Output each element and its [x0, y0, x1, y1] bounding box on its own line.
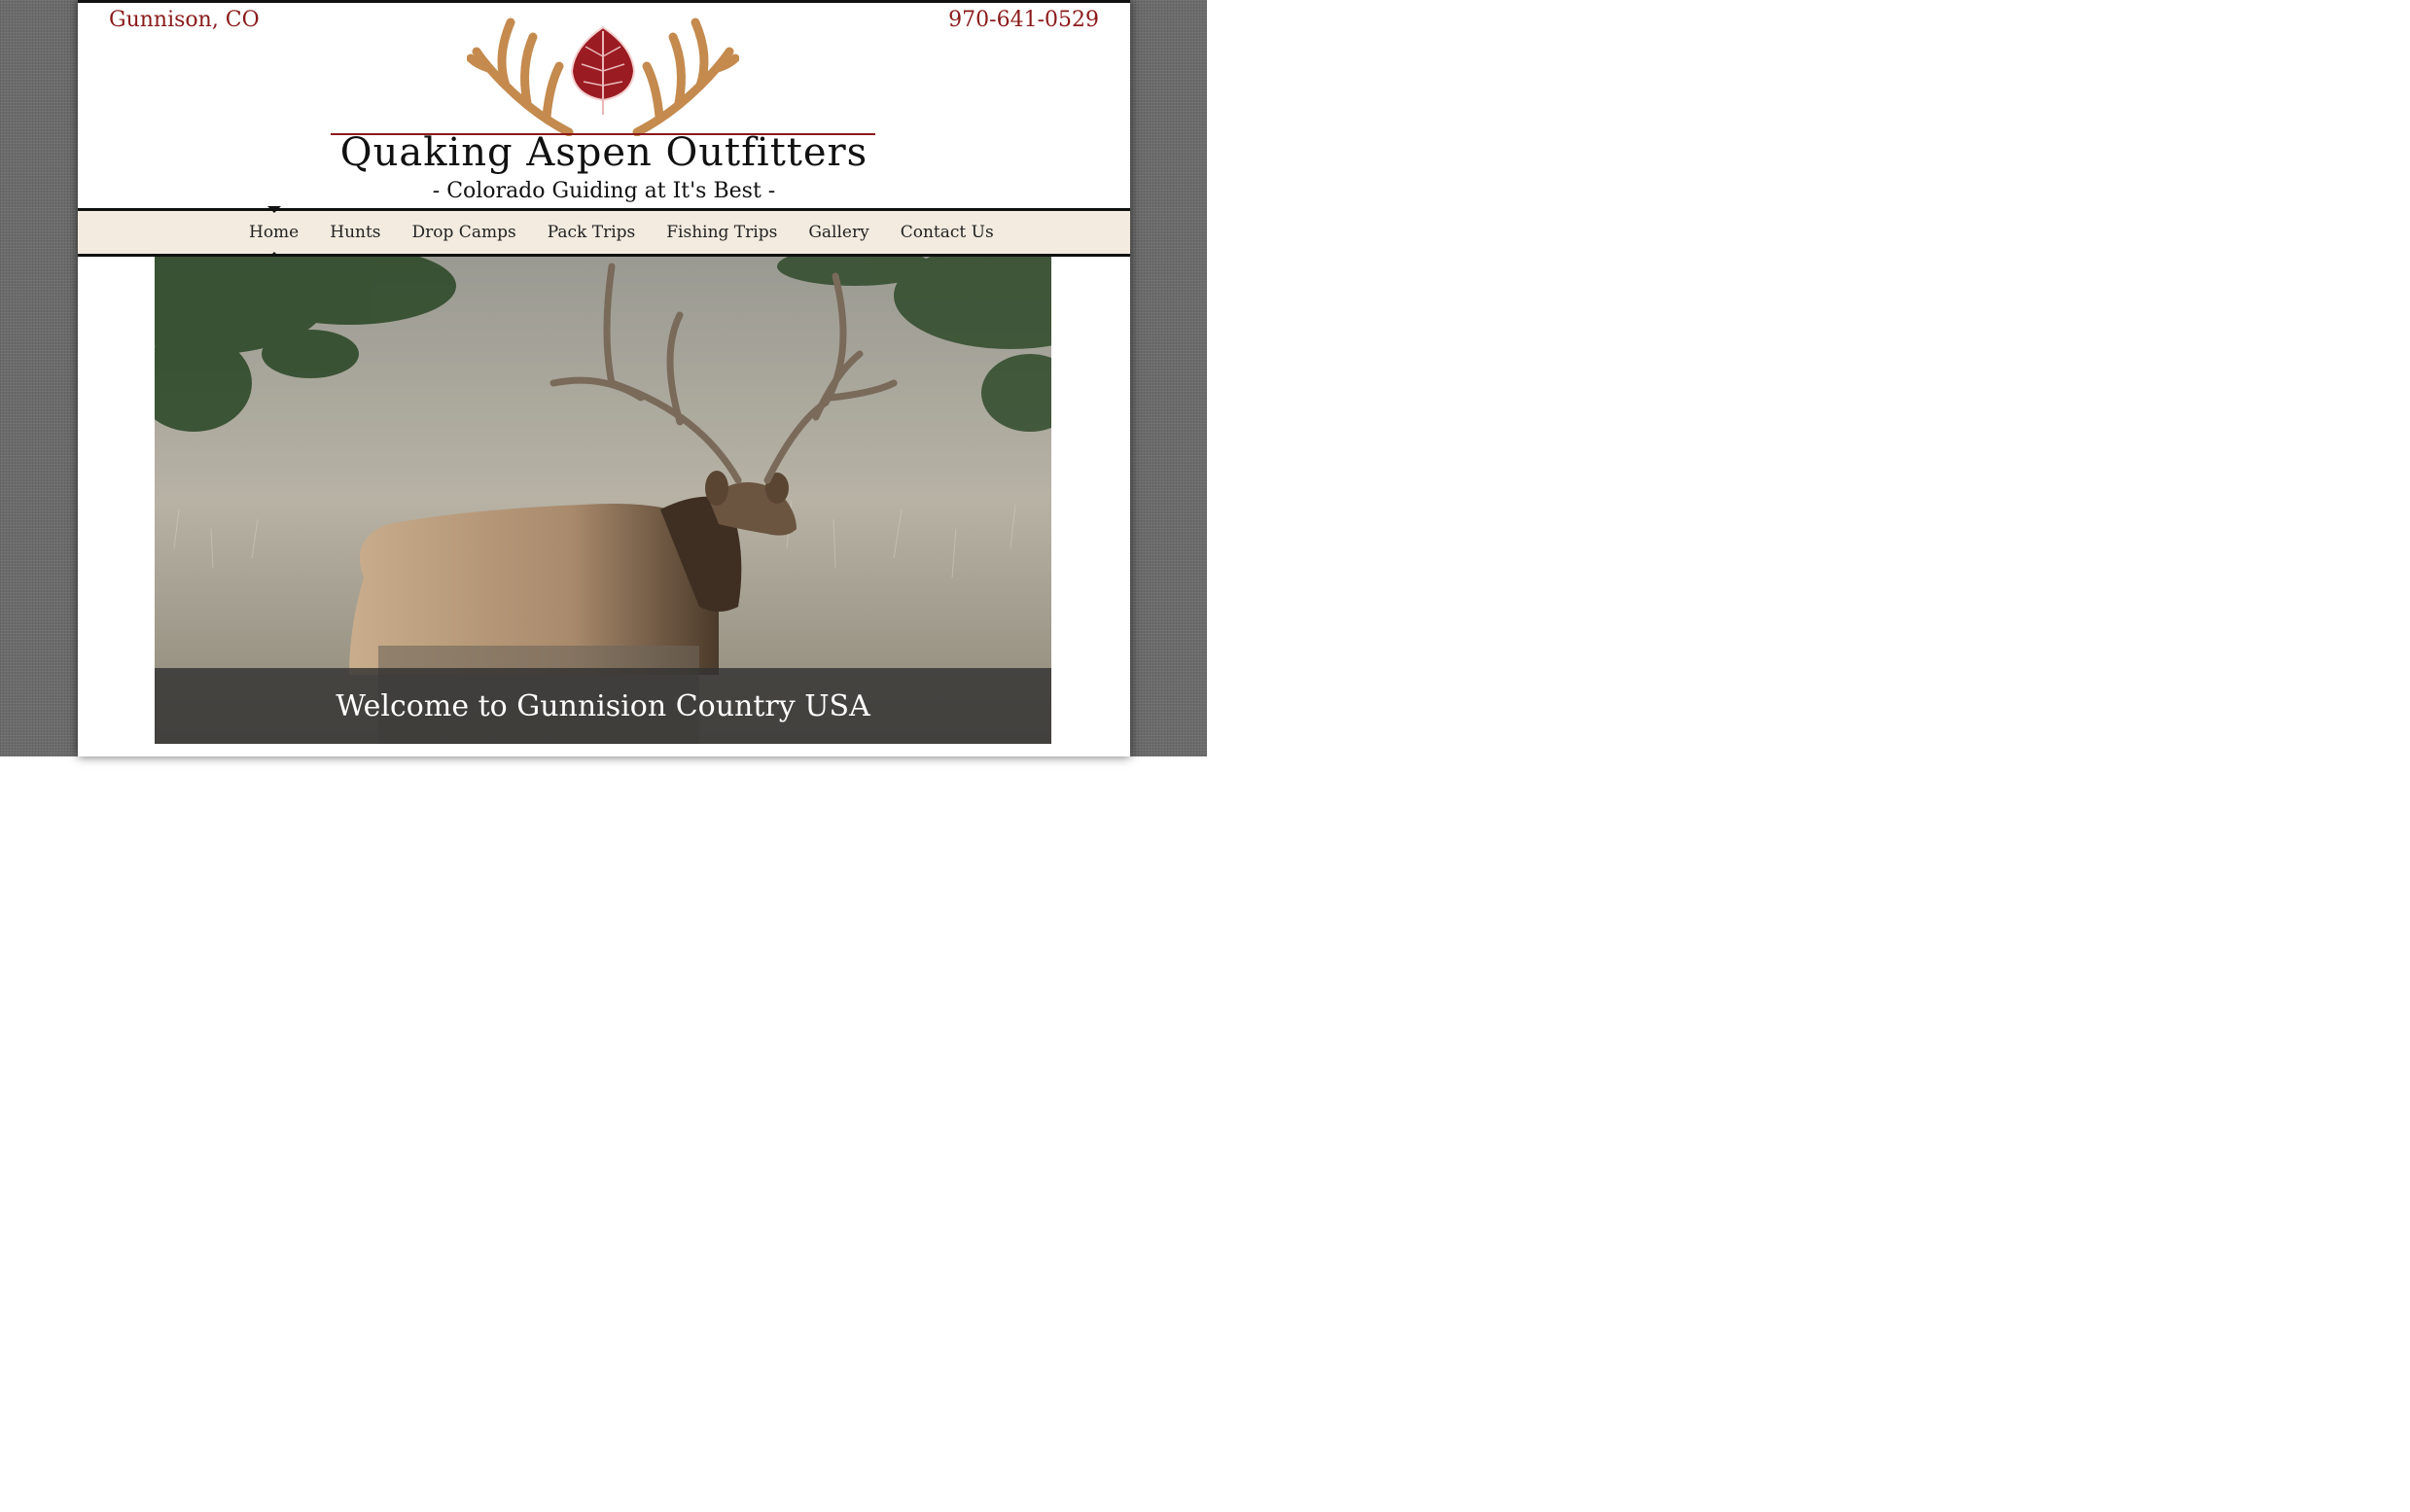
antlers-aspen-leaf-icon[interactable] [466, 8, 740, 137]
site-title: Quaking Aspen Outfitters [339, 130, 868, 175]
nav-item-home[interactable]: Home [249, 206, 299, 259]
hero-caption: Welcome to Gunnision Country USA [336, 688, 870, 723]
location-text: Gunnison, CO [109, 8, 260, 32]
hero-slider[interactable]: Welcome to Gunnision Country USA [155, 257, 1051, 744]
nav-item-fishing-trips[interactable]: Fishing Trips [666, 223, 777, 242]
main-nav: Home Hunts Drop Camps Pack Trips Fishing… [78, 206, 1130, 259]
nav-item-hunts[interactable]: Hunts [330, 223, 380, 242]
phone-number[interactable]: 970-641-0529 [948, 8, 1099, 32]
top-border [78, 0, 1130, 3]
nav-item-drop-camps[interactable]: Drop Camps [412, 223, 516, 242]
page-container: Gunnison, CO 970-641-0529 Quaking Aspen … [78, 0, 1130, 756]
hero-caption-bar: Welcome to Gunnision Country USA [155, 668, 1051, 744]
nav-item-pack-trips[interactable]: Pack Trips [548, 223, 636, 242]
nav-item-contact-us[interactable]: Contact Us [901, 223, 994, 242]
site-tagline: - Colorado Guiding at It's Best - [432, 179, 776, 203]
nav-item-gallery[interactable]: Gallery [808, 223, 868, 242]
